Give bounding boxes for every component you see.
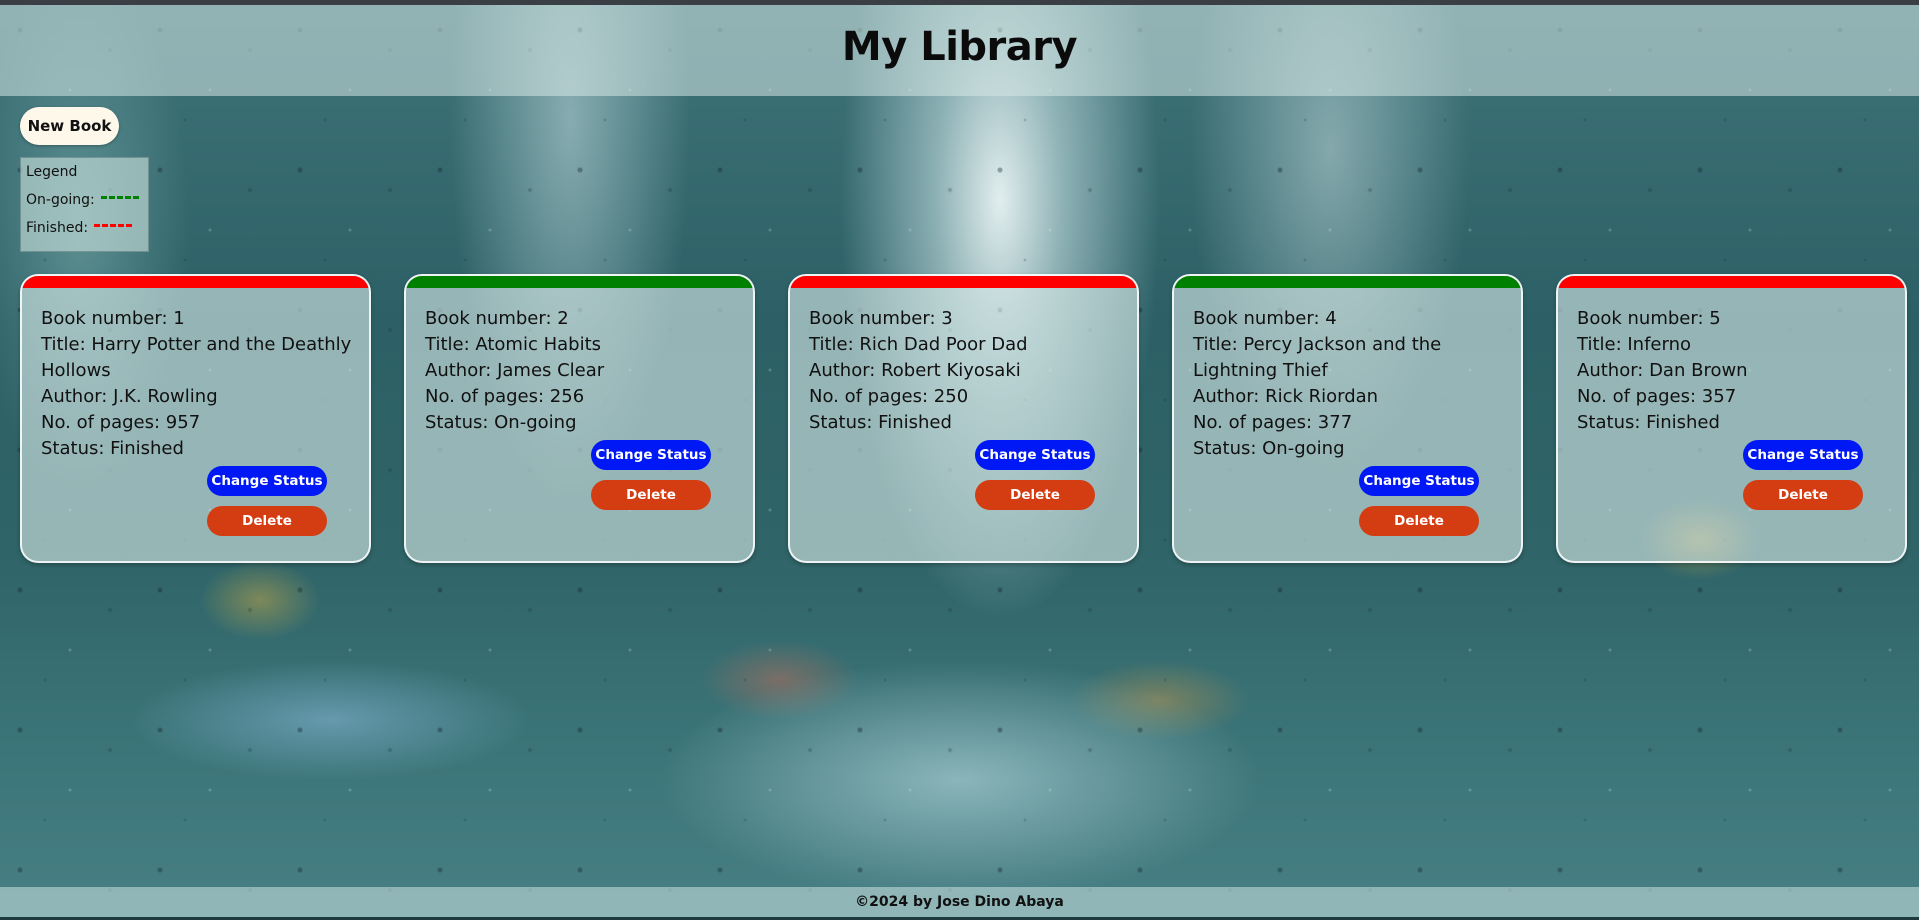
book-info: Book number: 1 Title: Harry Potter and t… (41, 306, 356, 462)
book-status: Status: Finished (41, 438, 184, 459)
book-title-line: Title: Rich Dad Poor Dad (809, 334, 1028, 355)
book-title-line: Hollows (41, 360, 111, 381)
book-author: Author: James Clear (425, 360, 605, 381)
book-status: Status: Finished (1577, 412, 1720, 433)
book-card: Book number: 3 Title: Rich Dad Poor Dad … (788, 274, 1139, 563)
page-header: My Library (0, 5, 1919, 96)
book-title-line: Title: Inferno (1577, 334, 1691, 355)
delete-button[interactable]: Delete (1743, 480, 1863, 510)
book-title-line: Title: Percy Jackson and the (1193, 334, 1442, 355)
book-card: Book number: 1 Title: Harry Potter and t… (20, 274, 371, 563)
book-info: Book number: 3 Title: Rich Dad Poor Dad … (809, 306, 1124, 436)
book-card: Book number: 4 Title: Percy Jackson and … (1172, 274, 1523, 563)
change-status-button[interactable]: Change Status (591, 440, 711, 470)
new-book-button[interactable]: New Book (20, 107, 119, 145)
book-number: Book number: 4 (1193, 308, 1337, 329)
status-stripe (1174, 276, 1521, 288)
status-stripe (406, 276, 753, 288)
delete-button[interactable]: Delete (591, 480, 711, 510)
book-author: Author: Dan Brown (1577, 360, 1748, 381)
book-pages: No. of pages: 250 (809, 386, 969, 407)
book-info: Book number: 4 Title: Percy Jackson and … (1193, 306, 1508, 462)
legend-ongoing-label: On-going: (26, 192, 95, 208)
book-info: Book number: 5 Title: Inferno Author: Da… (1577, 306, 1892, 436)
status-stripe (1558, 276, 1905, 288)
legend-item-finished: Finished: (26, 214, 143, 242)
legend: Legend On-going: Finished: (20, 157, 149, 252)
legend-ongoing-swatch (100, 195, 139, 199)
book-pages: No. of pages: 377 (1193, 412, 1353, 433)
card-actions: Change Status Delete (975, 440, 1095, 520)
page-footer: ©2024 by Jose Dino Abaya (0, 887, 1919, 917)
card-actions: Change Status Delete (591, 440, 711, 520)
book-status: Status: On-going (1193, 438, 1345, 459)
footer-copyright: ©2024 by Jose Dino Abaya (855, 894, 1064, 910)
book-title-line: Title: Atomic Habits (425, 334, 602, 355)
book-info: Book number: 2 Title: Atomic Habits Auth… (425, 306, 740, 436)
book-pages: No. of pages: 957 (41, 412, 201, 433)
legend-finished-label: Finished: (26, 220, 89, 236)
book-author: Author: Rick Riordan (1193, 386, 1379, 407)
status-stripe (790, 276, 1137, 288)
book-title-line: Lightning Thief (1193, 360, 1328, 381)
delete-button[interactable]: Delete (975, 480, 1095, 510)
book-pages: No. of pages: 256 (425, 386, 585, 407)
book-author: Author: J.K. Rowling (41, 386, 218, 407)
book-card-list: Book number: 1 Title: Harry Potter and t… (20, 274, 1910, 564)
legend-item-ongoing: On-going: (26, 186, 143, 214)
book-number: Book number: 1 (41, 308, 185, 329)
delete-button[interactable]: Delete (207, 506, 327, 536)
card-actions: Change Status Delete (1359, 466, 1479, 546)
change-status-button[interactable]: Change Status (1743, 440, 1863, 470)
card-actions: Change Status Delete (207, 466, 327, 546)
legend-title: Legend (26, 164, 78, 180)
book-author: Author: Robert Kiyosaki (809, 360, 1021, 381)
change-status-button[interactable]: Change Status (207, 466, 327, 496)
book-number: Book number: 5 (1577, 308, 1721, 329)
book-status: Status: On-going (425, 412, 577, 433)
change-status-button[interactable]: Change Status (1359, 466, 1479, 496)
book-number: Book number: 2 (425, 308, 569, 329)
book-status: Status: Finished (809, 412, 952, 433)
book-number: Book number: 3 (809, 308, 953, 329)
book-pages: No. of pages: 357 (1577, 386, 1737, 407)
book-card: Book number: 5 Title: Inferno Author: Da… (1556, 274, 1907, 563)
legend-finished-swatch (94, 223, 133, 227)
book-title-line: Title: Harry Potter and the Deathly (41, 334, 352, 355)
delete-button[interactable]: Delete (1359, 506, 1479, 536)
change-status-button[interactable]: Change Status (975, 440, 1095, 470)
page-title: My Library (841, 23, 1078, 70)
status-stripe (22, 276, 369, 288)
card-actions: Change Status Delete (1743, 440, 1863, 520)
book-card: Book number: 2 Title: Atomic Habits Auth… (404, 274, 755, 563)
